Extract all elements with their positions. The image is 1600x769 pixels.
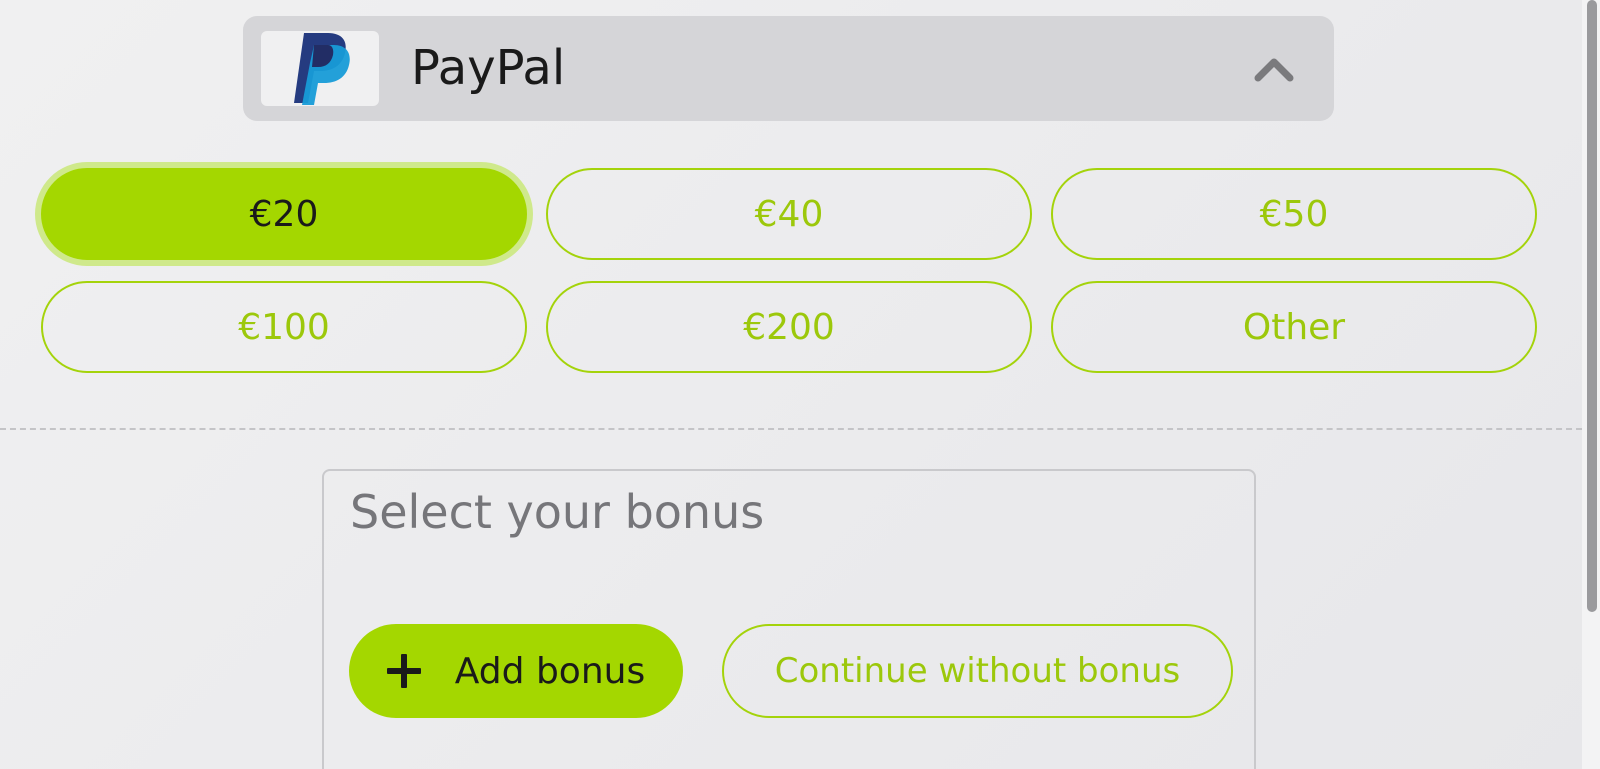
add-bonus-label: Add bonus [454, 650, 646, 692]
bonus-title: Select your bonus [350, 485, 765, 539]
section-divider [0, 428, 1582, 430]
amount-button-100[interactable]: €100 [41, 281, 527, 373]
amount-button-other[interactable]: Other [1051, 281, 1537, 373]
payment-method-header[interactable]: PayPal [243, 16, 1334, 121]
amount-button-40[interactable]: €40 [546, 168, 1032, 260]
amount-button-20[interactable]: €20 [41, 168, 527, 260]
payment-method-title: PayPal [411, 40, 566, 96]
bonus-panel: Select your bonus Add bonus Continue wit… [322, 469, 1256, 769]
add-bonus-button[interactable]: Add bonus [349, 624, 683, 718]
scrollbar-thumb[interactable] [1587, 0, 1597, 612]
continue-without-bonus-button[interactable]: Continue without bonus [722, 624, 1233, 718]
amount-button-200[interactable]: €200 [546, 281, 1032, 373]
chevron-up-icon[interactable] [1254, 50, 1294, 86]
plus-icon [386, 654, 421, 688]
amount-button-50[interactable]: €50 [1051, 168, 1537, 260]
paypal-logo [261, 31, 379, 106]
paypal-logo-icon [294, 32, 350, 105]
